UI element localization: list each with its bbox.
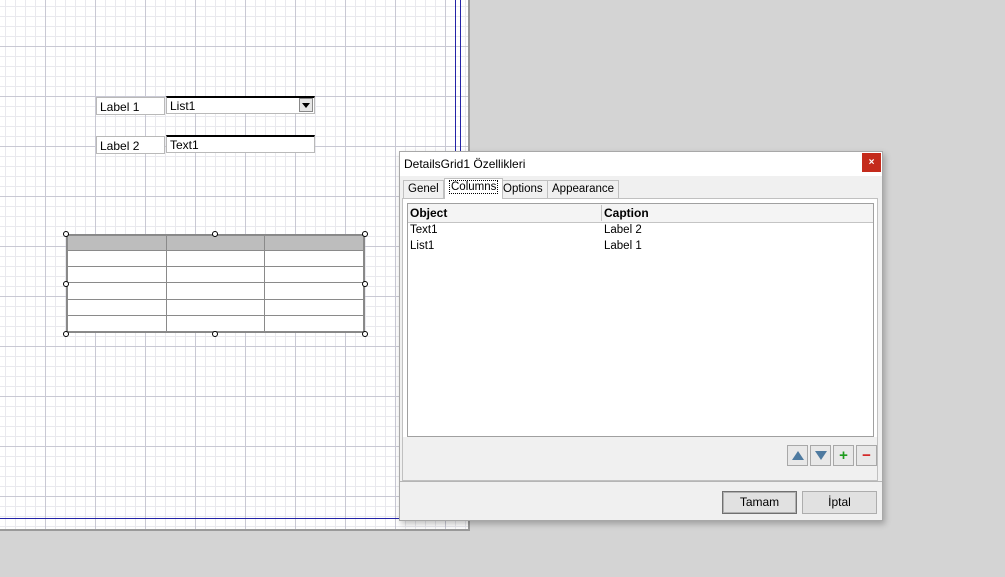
move-up-button[interactable] bbox=[787, 445, 808, 466]
columns-tab-panel: Object Caption Text1 Label 2 List1 Label… bbox=[402, 198, 878, 481]
columns-list-header: Object Caption bbox=[408, 204, 873, 223]
move-up-icon bbox=[791, 451, 804, 460]
close-icon[interactable]: × bbox=[862, 153, 881, 172]
add-column-button[interactable]: + bbox=[833, 445, 854, 466]
list1-combo[interactable]: List1 bbox=[166, 96, 315, 114]
resize-handle-left[interactable] bbox=[63, 281, 69, 287]
list-item-object: List1 bbox=[410, 240, 435, 252]
properties-dialog: DetailsGrid1 Özellikleri × Genel Columns… bbox=[399, 151, 883, 521]
resize-handle-bottom-right[interactable] bbox=[362, 331, 368, 337]
tab-genel[interactable]: Genel bbox=[403, 180, 444, 198]
details-grid-table bbox=[67, 235, 364, 333]
text1-field-value: Text1 bbox=[170, 138, 199, 152]
tab-options[interactable]: Options bbox=[498, 180, 548, 198]
header-object[interactable]: Object bbox=[410, 206, 447, 220]
list-item-caption: Label 2 bbox=[604, 224, 642, 236]
list1-combo-value: List1 bbox=[170, 99, 196, 113]
resize-handle-bottom[interactable] bbox=[212, 331, 218, 337]
remove-icon: − bbox=[862, 447, 871, 464]
move-down-icon bbox=[814, 451, 827, 460]
text1-field[interactable]: Text1 bbox=[166, 135, 315, 153]
label-2[interactable]: Label 2 bbox=[96, 136, 165, 154]
cancel-button[interactable]: İptal bbox=[802, 491, 877, 514]
ok-button[interactable]: Tamam bbox=[722, 491, 797, 514]
columns-list[interactable]: Object Caption Text1 Label 2 List1 Label… bbox=[407, 203, 874, 437]
dialog-title-bar[interactable]: DetailsGrid1 Özellikleri × bbox=[400, 152, 882, 176]
header-separator[interactable] bbox=[601, 205, 602, 221]
list-item-caption: Label 1 bbox=[604, 240, 642, 252]
resize-handle-top-right[interactable] bbox=[362, 231, 368, 237]
tab-appearance[interactable]: Appearance bbox=[547, 180, 620, 198]
combo-dropdown-button[interactable] bbox=[299, 98, 313, 112]
tab-columns[interactable]: Columns bbox=[444, 178, 504, 199]
list-action-bar: + − bbox=[403, 437, 877, 480]
resize-handle-top[interactable] bbox=[212, 231, 218, 237]
list-item[interactable]: List1 Label 1 bbox=[408, 239, 873, 255]
list-item[interactable]: Text1 Label 2 bbox=[408, 223, 873, 239]
chevron-down-icon bbox=[302, 102, 310, 108]
dialog-title: DetailsGrid1 Özellikleri bbox=[404, 157, 526, 171]
resize-handle-top-left[interactable] bbox=[63, 231, 69, 237]
label-1[interactable]: Label 1 bbox=[96, 97, 165, 115]
move-down-button[interactable] bbox=[810, 445, 831, 466]
resize-handle-right[interactable] bbox=[362, 281, 368, 287]
header-caption[interactable]: Caption bbox=[604, 206, 649, 220]
footer-divider bbox=[400, 481, 882, 482]
details-grid-object[interactable] bbox=[66, 234, 365, 333]
add-icon: + bbox=[839, 447, 848, 464]
list-item-object: Text1 bbox=[410, 224, 438, 236]
remove-column-button[interactable]: − bbox=[856, 445, 877, 466]
tab-columns-label: Columns bbox=[449, 180, 499, 194]
resize-handle-bottom-left[interactable] bbox=[63, 331, 69, 337]
